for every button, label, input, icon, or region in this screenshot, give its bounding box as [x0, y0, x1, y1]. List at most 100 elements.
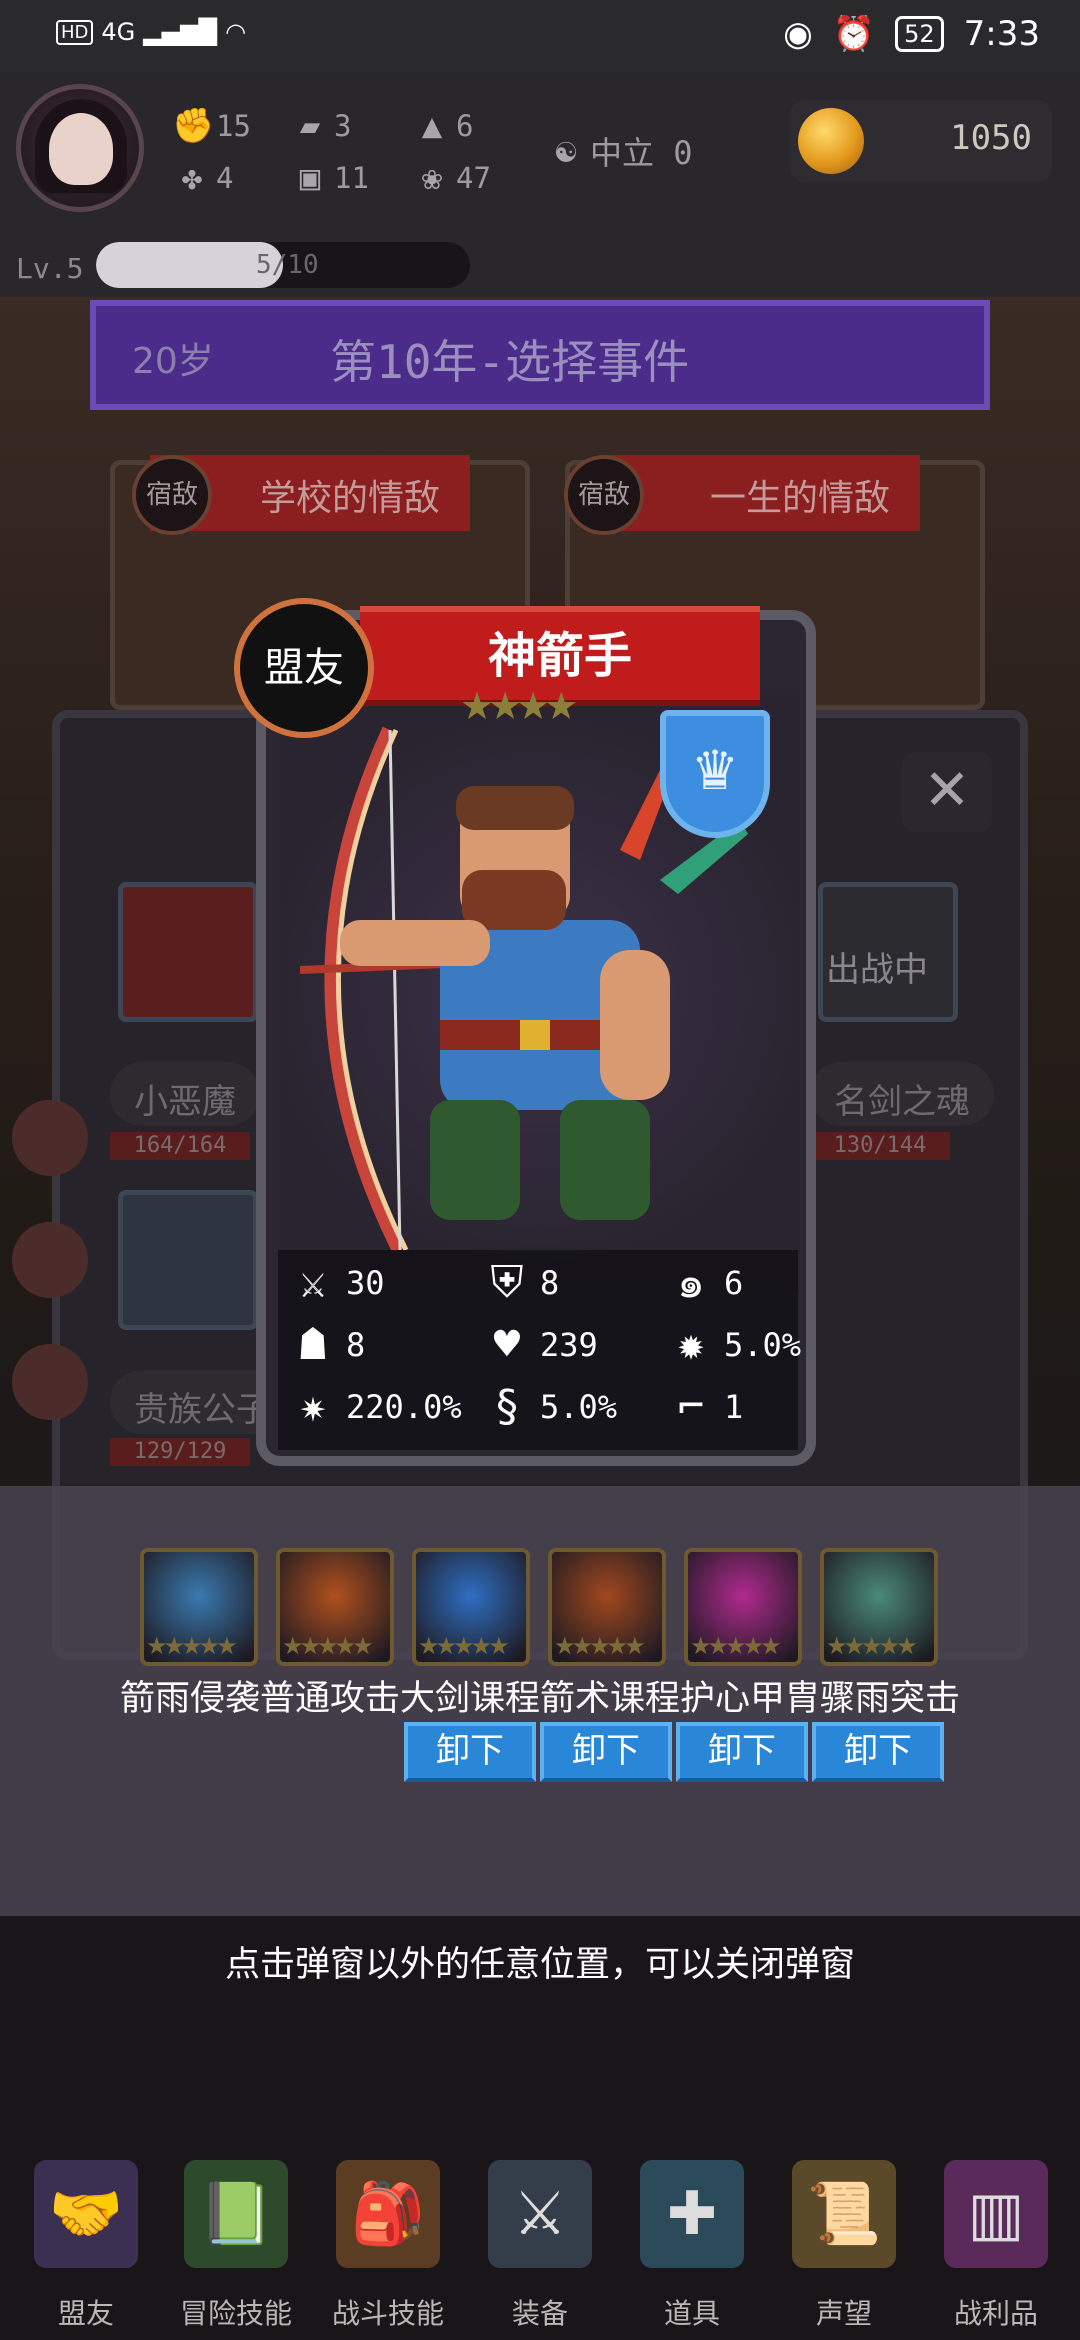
stat-knowledge-value: 11 — [334, 161, 369, 195]
battery-indicator: 52 — [895, 16, 944, 52]
stat-agility-value: 3 — [334, 109, 352, 143]
xp-bar: 5/10 — [96, 242, 470, 288]
stat-evasion: ☗ 8 — [284, 1316, 366, 1374]
stat-hp-value: 239 — [540, 1326, 598, 1364]
alignment-value: 中立 0 — [590, 134, 693, 172]
stat-crit-rate-value: 5.0% — [724, 1326, 802, 1364]
backpack-icon: 🎒 — [336, 2160, 440, 2268]
nav-reputation[interactable]: 📜 声望 — [774, 2160, 914, 2330]
shield-icon: ⛨ — [490, 1257, 524, 1308]
stat-strength-value: 15 — [216, 109, 251, 143]
boot-icon: ▰ — [299, 106, 321, 146]
xp-text: 5/10 — [256, 250, 319, 280]
stat-speed-value: 6 — [724, 1264, 744, 1302]
stat-evasion-value: 8 — [346, 1326, 366, 1364]
skill-names: 箭雨侵袭普通攻击大剑课程箭术课程护心甲胄骤雨突击 — [119, 1679, 960, 1719]
nav-equipment[interactable]: ⚔ 装备 — [470, 2160, 610, 2330]
signal-icon: ▂▄▆█ — [143, 18, 218, 46]
stat-move: ⌐ 1 — [662, 1378, 744, 1436]
pouch-icon: ✚ — [640, 2160, 744, 2268]
wizard-hat-icon: ▲ — [421, 106, 443, 146]
nav-label: 冒险技能 — [179, 2297, 292, 2330]
clover-icon: ✤ — [181, 158, 203, 198]
stat-spirit: ❀ 47 — [412, 158, 491, 198]
nav-allies[interactable]: 🤝 盟友 — [16, 2160, 156, 2330]
status-bar: HD 4G ▂▄▆█ ◠ ◉ ⏰ 52 7:33 — [0, 0, 1080, 72]
stat-luck-value: 4 — [216, 161, 234, 195]
unequip-button-1[interactable]: 卸下 — [404, 1722, 536, 1782]
coin-icon — [798, 108, 864, 174]
nav-label: 装备 — [511, 2297, 568, 2330]
ally-name: 神箭手 — [487, 628, 632, 684]
stat-attack-value: 30 — [346, 1264, 385, 1302]
unequip-button-4[interactable]: 卸下 — [812, 1722, 944, 1782]
side-button-1[interactable] — [12, 1100, 88, 1176]
ally-slot-noble[interactable] — [118, 1190, 258, 1330]
nav-loot[interactable]: ▥ 战利品 — [926, 2160, 1066, 2330]
skill-stars-4: ★★★★★ — [554, 1632, 646, 1660]
nav-label: 道具 — [663, 2297, 720, 2330]
stat-strength: ✊ 15 — [172, 106, 251, 146]
stat-luck: ✤ 4 — [172, 158, 234, 198]
eye-icon: ◉ — [783, 14, 813, 54]
ally-hp-sword-soul: 130/144 — [810, 1132, 950, 1160]
nav-label: 战斗技能 — [331, 2297, 444, 2330]
stats-panel: ⚔ 30 ⛨ 8 ๑ 6 ☗ 8 ♥ 239 ✹ 5.0% ✷ 220.0% § — [278, 1250, 802, 1450]
yin-yang-icon: ☯ — [555, 131, 577, 171]
side-button-3[interactable] — [12, 1344, 88, 1420]
side-button-2[interactable] — [12, 1222, 88, 1298]
close-button[interactable]: ✕ — [902, 752, 992, 832]
skill-stars-6: ★★★★★ — [826, 1632, 918, 1660]
gold-counter[interactable]: 1050 — [790, 100, 1052, 182]
deployed-status: 出战中 — [826, 950, 928, 990]
unequip-button-2[interactable]: 卸下 — [540, 1722, 672, 1782]
crossed-swords-icon: ⚔ — [488, 2160, 592, 2268]
stat-magic-value: 6 — [456, 109, 474, 143]
event-option-title-2[interactable]: 一生的情敌 — [600, 455, 921, 531]
fist-icon: ✊ — [172, 106, 215, 146]
boot-icon: ⌐ — [677, 1381, 705, 1432]
avatar[interactable] — [16, 84, 144, 212]
scroll-icon: 📜 — [792, 2160, 896, 2268]
xp-bar-fill — [96, 242, 283, 288]
alignment[interactable]: ☯ 中立 0 — [546, 128, 693, 174]
rival-badge-1: 宿敌 — [132, 455, 212, 535]
nav-items[interactable]: ✚ 道具 — [622, 2160, 762, 2330]
stat-crit-damage: ✷ 220.0% — [284, 1378, 462, 1436]
skill-stars-5: ★★★★★ — [690, 1632, 782, 1660]
handshake-icon: 🤝 — [34, 2160, 138, 2268]
stat-dodge: § 5.0% — [478, 1378, 617, 1436]
tornado-swirl-icon: ๑ — [677, 1257, 705, 1308]
nav-label: 盟友 — [57, 2297, 114, 2330]
player-hud: ✊ 15 ▰ 3 ▲ 6 ✤ 4 ▣ 11 ❀ 47 ☯ 中立 0 1050 L… — [0, 72, 1080, 297]
unequip-button-3[interactable]: 卸下 — [676, 1722, 808, 1782]
gold-value: 1050 — [950, 118, 1032, 158]
status-left: HD 4G ▂▄▆█ ◠ — [56, 18, 246, 46]
ally-hp-noble: 129/129 — [110, 1438, 250, 1466]
ally-name-imp: 小恶魔 — [110, 1062, 260, 1126]
crit-splash-icon: ✷ — [299, 1381, 327, 1432]
hood-icon: ☗ — [299, 1319, 327, 1370]
close-hint: 点击弹窗以外的任意位置，可以关闭弹窗 — [224, 1945, 855, 1985]
stat-magic: ▲ 6 — [412, 106, 474, 146]
ally-name-sword-soul: 名剑之魂 — [810, 1062, 994, 1126]
stat-defense-value: 8 — [540, 1264, 560, 1302]
stat-crit-damage-value: 220.0% — [346, 1388, 462, 1426]
year-banner: 20岁 第10年-选择事件 — [0, 300, 1080, 420]
stat-agility: ▰ 3 — [290, 106, 352, 146]
nav-label: 战利品 — [953, 2297, 1038, 2330]
nav-adventure-skills[interactable]: 📗 冒险技能 — [166, 2160, 306, 2330]
alarm-icon: ⏰ — [832, 14, 876, 54]
stat-knowledge: ▣ 11 — [290, 158, 369, 198]
whirlwind-icon: § — [493, 1381, 521, 1432]
nav-combat-skills[interactable]: 🎒 战斗技能 — [318, 2160, 458, 2330]
level-label: Lv.5 — [16, 252, 84, 285]
stat-attack: ⚔ 30 — [284, 1254, 385, 1312]
skill-stars-2: ★★★★★ — [282, 1632, 374, 1660]
crown-icon: ♛ — [660, 710, 770, 838]
stat-hp: ♥ 239 — [478, 1316, 598, 1374]
sword-icon: ⚔ — [299, 1257, 327, 1308]
ally-slot-imp[interactable] — [118, 882, 258, 1022]
burst-icon: ✹ — [677, 1319, 705, 1370]
ally-hp-imp: 164/164 — [110, 1132, 250, 1160]
